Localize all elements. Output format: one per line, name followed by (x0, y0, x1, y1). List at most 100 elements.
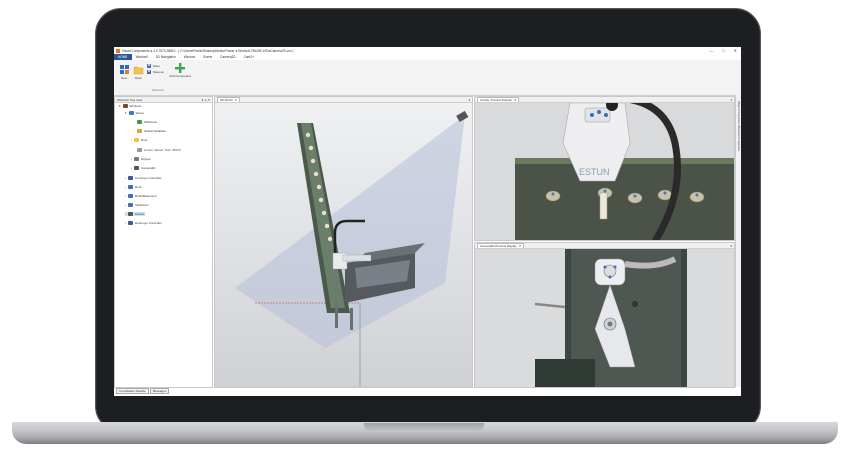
tab-messages[interactable]: Messages (149, 388, 170, 394)
tree-node-label: TableCam (135, 203, 149, 207)
tree-node-label: RobotBasement (135, 194, 157, 198)
new-icon (119, 65, 129, 74)
expand-icon[interactable]: › (125, 176, 126, 180)
tab-3d-world[interactable]: 3D World ✕ (217, 97, 240, 102)
3d-viewport[interactable] (215, 103, 472, 388)
expand-icon[interactable]: › (125, 203, 126, 207)
plus-icon (175, 63, 185, 73)
tree-node-global-variables[interactable]: Global Variables (137, 129, 166, 133)
tree-node-tablecam[interactable]: › TableCam (125, 203, 149, 207)
app-screen: Visual Components ● 4.0.7873.28810 - [ C… (114, 47, 741, 396)
tree-node-gripper[interactable]: › Gripper (131, 157, 151, 161)
tree-node-label: Conveyor Controller (135, 176, 162, 180)
tree-node-root-2[interactable]: › Root (125, 185, 141, 189)
tab-cam2-preview[interactable]: Cam2+ Preview Display ✕ (477, 97, 520, 102)
add-component-button[interactable]: Add Component (169, 62, 191, 79)
chevron-down-icon[interactable]: ▾ (468, 98, 470, 102)
chevron-down-icon[interactable]: ▾ (730, 98, 732, 102)
window-controls: — □ ✕ (709, 47, 737, 54)
tree-node-label: Cam2+ (135, 212, 145, 216)
new-button[interactable]: New (118, 64, 130, 80)
open-button[interactable]: Open (132, 64, 145, 80)
ribbon-group-label: Workcell (152, 88, 164, 92)
laptop-notch (364, 423, 484, 432)
device-icon (137, 120, 142, 124)
maximize-button[interactable]: □ (722, 48, 724, 53)
expand-icon[interactable]: › (131, 138, 132, 142)
tree-panel-controls[interactable]: ▾ ⊿ ✕ (202, 98, 210, 102)
title-bar: Visual Components ● 4.0.7873.28810 - [ C… (114, 47, 741, 54)
tree-panel-title: Workcell Tree view (117, 97, 143, 102)
camera2d-preview-viewport (475, 249, 734, 387)
save-label: Save (153, 64, 160, 68)
add-component-label: Add Component (169, 74, 191, 78)
expand-icon[interactable]: › (125, 194, 126, 198)
cam2-preview-viewport: ESTUN (475, 103, 734, 240)
tree-node-conveyor-controller[interactable]: › Conveyor Controller (125, 176, 162, 180)
tree-node-robot-basement[interactable]: › RobotBasement (125, 194, 157, 198)
tree-node-label: Destroyer Controller (135, 221, 162, 225)
properties-side-strip[interactable]: Object Properties Workcell Properties (735, 95, 741, 387)
save-button[interactable]: Save (147, 64, 160, 68)
tab-camera2d-preview[interactable]: Camera2D Preview Display ✕ (477, 243, 525, 248)
tree-node-comm-server[interactable]: Comm. Server: Port: 45770 (137, 148, 181, 152)
scene-icon (128, 111, 134, 115)
tree-panel-header: Workcell Tree view ▾ ⊿ ✕ (115, 97, 212, 103)
save-as-icon (147, 70, 151, 74)
expand-icon[interactable]: › (131, 166, 132, 170)
close-icon[interactable]: ✕ (514, 98, 517, 102)
close-icon[interactable]: ✕ (519, 244, 522, 248)
bottom-tabs: Compilation Results Messages (116, 388, 170, 394)
expand-icon[interactable]: ▾ (125, 111, 127, 115)
save-as-button[interactable]: Save as (147, 70, 164, 74)
chevron-down-icon[interactable]: ▾ (730, 244, 732, 248)
tab-camera2d-preview-label: Camera2D Preview Display (480, 244, 517, 248)
save-as-label: Save as (153, 70, 164, 74)
tree-node-label: Gripper (141, 157, 152, 161)
side-strip-label: Object Properties Workcell Properties (737, 101, 741, 151)
tree-node-label: Workcell (129, 104, 141, 108)
tree-node-cam2-selected[interactable]: › Cam2+ (125, 212, 145, 216)
tree-node-label: Camera2D (141, 166, 156, 170)
ribbon-toolbar: New Open Save Save as Add Component Work… (114, 60, 741, 96)
variables-icon (137, 129, 142, 133)
open-label: Open (134, 76, 143, 80)
expand-icon[interactable]: › (125, 185, 126, 189)
tree-node-scene[interactable]: ▾ Scene (125, 111, 144, 115)
tree-node-label: Root (135, 185, 142, 189)
tree-node-root[interactable]: › Root (131, 138, 147, 142)
gripper-icon (134, 157, 139, 161)
tree-node-3ddevice[interactable]: 3DDevice (137, 120, 157, 124)
folder-open-icon (133, 66, 144, 75)
cam2-preview-panel: Cam2+ Preview Display ✕ ▾ ESTUN (474, 96, 735, 241)
tree-node-workcell[interactable]: ▾ Workcell (119, 104, 141, 108)
close-icon[interactable]: ✕ (234, 98, 237, 102)
server-icon (137, 148, 142, 152)
folder-icon (134, 138, 139, 142)
tab-cam2-preview-label: Cam2+ Preview Display (480, 98, 512, 102)
minimize-button[interactable]: — (709, 48, 713, 53)
conveyor-icon (128, 176, 133, 180)
new-label: New (120, 76, 127, 80)
tree-node-label: Scene (135, 111, 145, 115)
gripper-shaft (599, 192, 608, 220)
tab-compilation-results[interactable]: Compilation Results (116, 388, 149, 394)
app-logo-icon (116, 48, 120, 53)
camera-icon (128, 212, 133, 216)
workcell-tree-panel: Workcell Tree view ▾ ⊿ ✕ ▾ Workcell ▾ Sc… (114, 96, 213, 388)
expand-icon[interactable]: › (125, 212, 126, 216)
tree-node-destroyer-controller[interactable]: › Destroyer Controller (125, 221, 162, 225)
close-button[interactable]: ✕ (734, 48, 737, 53)
window-title: Visual Components ● 4.0.7873.28810 - [ C… (122, 48, 294, 53)
robot-icon (128, 185, 133, 189)
expand-icon[interactable]: › (131, 157, 132, 161)
tree-node-label: Root (141, 138, 148, 142)
expand-icon[interactable]: ▾ (119, 104, 121, 108)
robot-icon (128, 203, 133, 207)
3d-world-panel: 3D World ✕ ▾ (214, 96, 473, 388)
tree-node-camera2d[interactable]: › Camera2D (131, 166, 156, 170)
workcell-icon (122, 104, 128, 108)
save-icon (147, 64, 151, 68)
conveyor-icon (128, 221, 133, 225)
expand-icon[interactable]: › (125, 221, 126, 225)
